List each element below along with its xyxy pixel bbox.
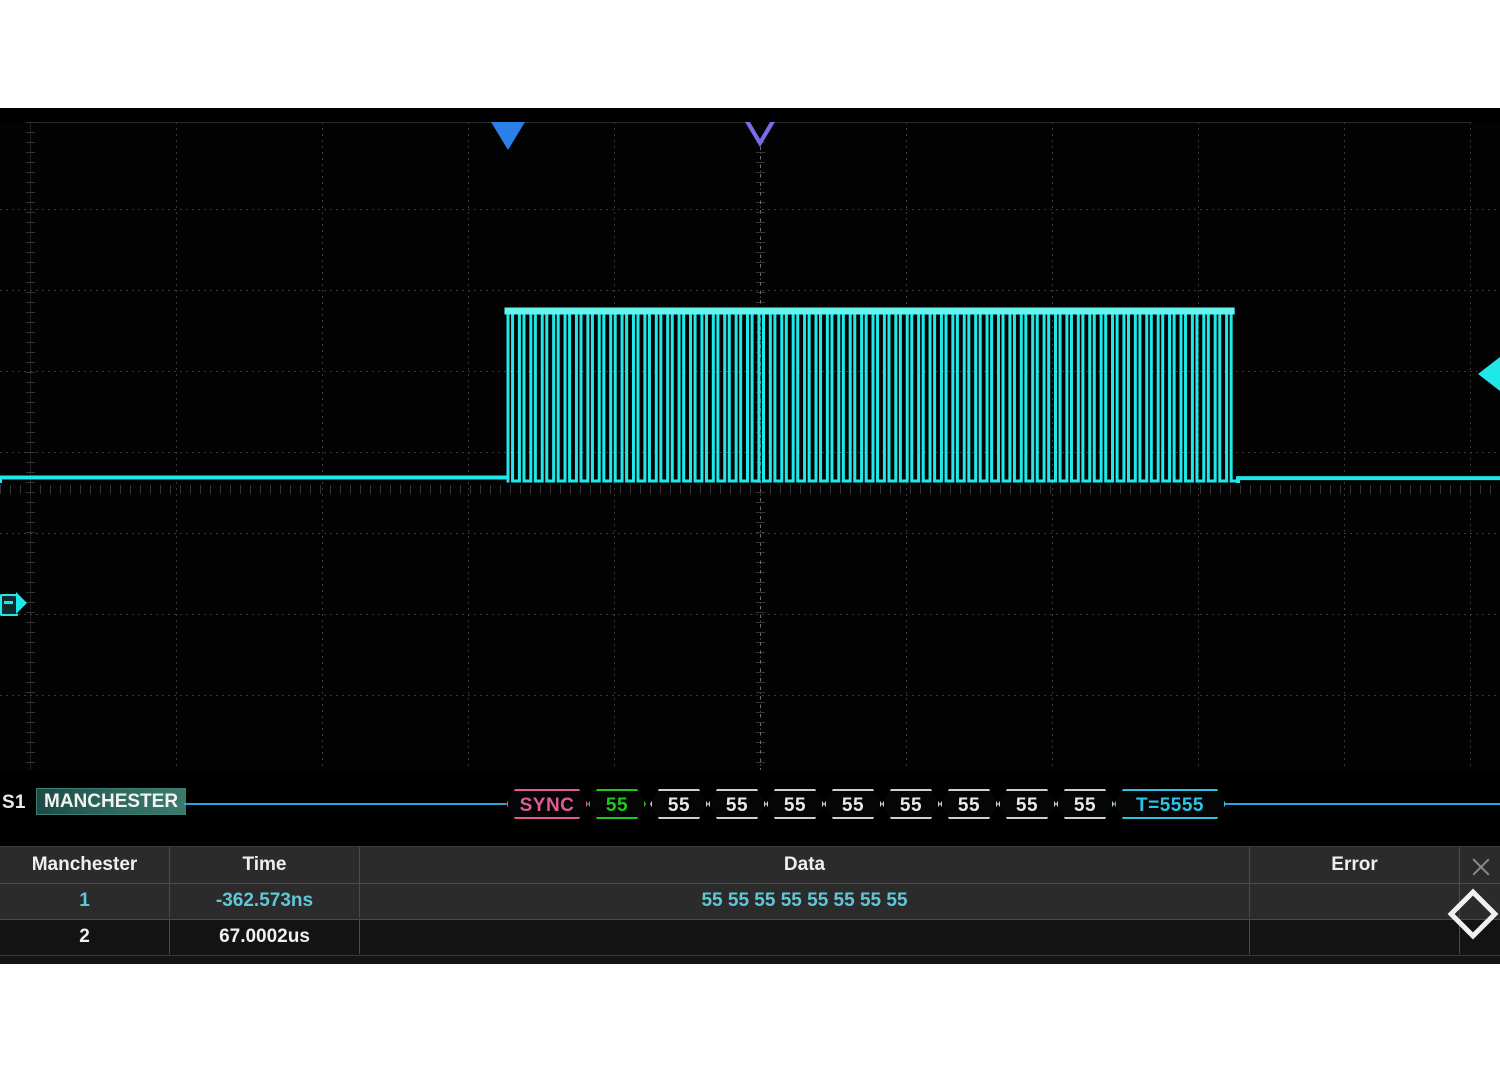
waveform-trace (0, 122, 1500, 770)
bus-packet[interactable]: SYNC (506, 789, 588, 819)
table-row[interactable]: 2 67.0002us (0, 920, 1500, 956)
cell-error (1250, 920, 1460, 954)
cell-index: 1 (0, 884, 170, 918)
waveform-idle-right (1238, 478, 1499, 481)
bus-packet[interactable]: 55 (766, 789, 824, 819)
bus-packet[interactable]: 55 (650, 789, 708, 819)
column-header-error[interactable]: Error (1250, 847, 1460, 883)
bus-protocol-label[interactable]: MANCHESTER (36, 788, 186, 815)
bus-wire-left (184, 803, 506, 805)
column-header-time[interactable]: Time (170, 847, 360, 883)
bus-packet[interactable]: 55 (940, 789, 998, 819)
close-icon[interactable] (1470, 856, 1492, 878)
column-header-manchester[interactable]: Manchester (0, 847, 170, 883)
bus-packet[interactable]: T=5555 (1114, 789, 1226, 819)
cell-data: 55 55 55 55 55 55 55 55 (360, 884, 1250, 918)
table-row[interactable]: 1 -362.573ns 55 55 55 55 55 55 55 55 (0, 884, 1500, 920)
column-header-data[interactable]: Data (360, 847, 1250, 883)
oscilloscope-screen: S1 MANCHESTER SYNC555555555555555555T=55… (0, 0, 1500, 1080)
bus-channel-label: S1 (2, 792, 26, 814)
bus-packet[interactable]: 55 (824, 789, 882, 819)
cell-index: 2 (0, 920, 170, 954)
cell-error (1250, 884, 1460, 918)
bus-packet[interactable]: 55 (882, 789, 940, 819)
serial-decode-bus-row: S1 MANCHESTER SYNC555555555555555555T=55… (0, 770, 1500, 842)
table-header-row: Manchester Time Data Error (0, 847, 1500, 884)
waveform-idle-left (0, 478, 507, 481)
cell-data (360, 920, 1250, 954)
cell-time: 67.0002us (170, 920, 360, 954)
bus-packet[interactable]: 55 (708, 789, 766, 819)
waveform-plot[interactable] (0, 122, 1500, 770)
waveform-burst (508, 311, 1238, 481)
bus-packet[interactable]: 55 (998, 789, 1056, 819)
decode-results-table[interactable]: Manchester Time Data Error 1 -362.573ns … (0, 846, 1500, 964)
scope-display-area: S1 MANCHESTER SYNC555555555555555555T=55… (0, 108, 1500, 963)
bus-packet[interactable]: 55 (588, 789, 646, 819)
cell-time: -362.573ns (170, 884, 360, 918)
bus-wire-right (1222, 803, 1500, 805)
bus-packet[interactable]: 55 (1056, 789, 1114, 819)
